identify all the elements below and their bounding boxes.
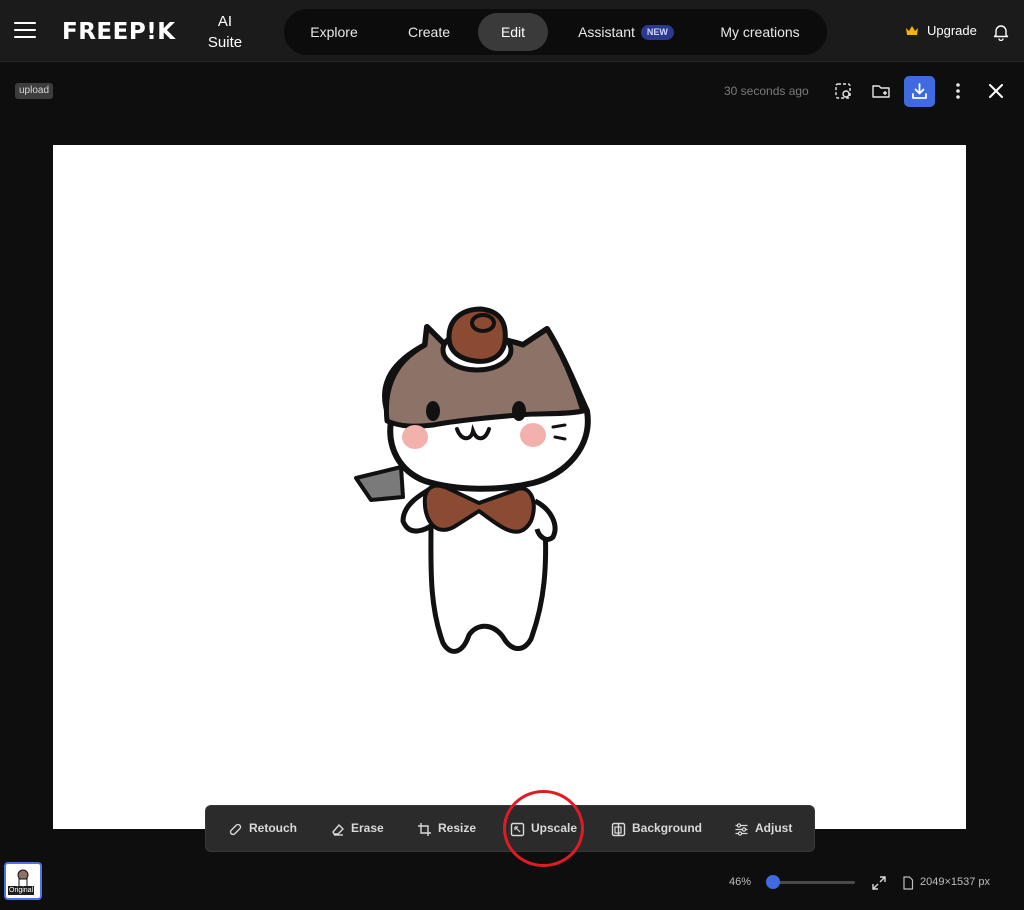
new-badge: NEW bbox=[640, 24, 674, 40]
crown-icon bbox=[906, 26, 918, 35]
erase-label: Erase bbox=[351, 821, 384, 835]
zoom-slider[interactable] bbox=[766, 875, 855, 889]
select-image-icon[interactable] bbox=[832, 80, 854, 102]
background-icon bbox=[611, 822, 626, 837]
ai-suite-line2: Suite bbox=[207, 34, 243, 51]
nav-create[interactable]: Create bbox=[390, 13, 468, 51]
zoom-level: 46% bbox=[729, 876, 752, 888]
image-dimensions: 2049×1537 px bbox=[920, 876, 991, 888]
background-label: Background bbox=[632, 821, 703, 835]
nav-edit[interactable]: Edit bbox=[478, 13, 548, 51]
download-button[interactable] bbox=[904, 76, 935, 107]
download-icon bbox=[912, 83, 927, 99]
bell-icon[interactable] bbox=[992, 23, 1010, 41]
thumbnail-label: Original bbox=[8, 886, 35, 895]
expand-icon[interactable] bbox=[871, 875, 887, 891]
resize-label: Resize bbox=[438, 821, 477, 835]
hamburger-menu-icon[interactable] bbox=[14, 22, 36, 40]
upscale-tool[interactable]: Upscale bbox=[510, 806, 577, 851]
nav-assistant-label: Assistant bbox=[578, 24, 635, 40]
upscale-label: Upscale bbox=[531, 821, 578, 835]
adjust-label: Adjust bbox=[755, 821, 793, 835]
top-bar: FREEP!K AI Suite Explore Create Edit Ass… bbox=[0, 0, 1024, 62]
more-options-icon[interactable] bbox=[947, 80, 969, 102]
bandage-icon bbox=[229, 823, 242, 836]
sliders-icon bbox=[735, 823, 748, 836]
add-to-folder-icon[interactable] bbox=[870, 80, 892, 102]
close-icon[interactable] bbox=[985, 80, 1007, 102]
eraser-icon bbox=[332, 824, 344, 836]
retouch-tool[interactable]: Retouch bbox=[228, 806, 297, 851]
image-canvas[interactable] bbox=[53, 145, 966, 829]
main-nav: Explore Create Edit Assistant NEW My crea… bbox=[284, 9, 827, 55]
freepik-logo[interactable]: FREEP!K bbox=[62, 19, 176, 45]
retouch-label: Retouch bbox=[249, 821, 297, 835]
upscale-icon bbox=[510, 822, 525, 837]
background-tool[interactable]: Background bbox=[611, 806, 702, 851]
crop-icon bbox=[418, 823, 431, 836]
upgrade-label: Upgrade bbox=[927, 23, 977, 38]
nav-explore[interactable]: Explore bbox=[294, 13, 374, 51]
timestamp: 30 seconds ago bbox=[724, 84, 809, 98]
edit-toolbar: Retouch Erase Resize Upscale Background … bbox=[205, 805, 815, 852]
file-icon bbox=[903, 876, 914, 890]
nav-my-creations[interactable]: My creations bbox=[704, 13, 816, 51]
cat-illustration bbox=[354, 306, 591, 654]
ai-suite-line1: AI bbox=[217, 13, 233, 30]
zoom-slider-handle[interactable] bbox=[766, 875, 781, 889]
original-thumbnail[interactable]: Original bbox=[4, 862, 42, 900]
upload-tag: upload bbox=[15, 83, 54, 99]
adjust-tool[interactable]: Adjust bbox=[734, 806, 792, 851]
ai-suite-label[interactable]: AI Suite bbox=[205, 11, 245, 53]
resize-tool[interactable]: Resize bbox=[417, 806, 476, 851]
erase-tool[interactable]: Erase bbox=[330, 806, 384, 851]
nav-assistant[interactable]: Assistant NEW bbox=[566, 13, 686, 51]
